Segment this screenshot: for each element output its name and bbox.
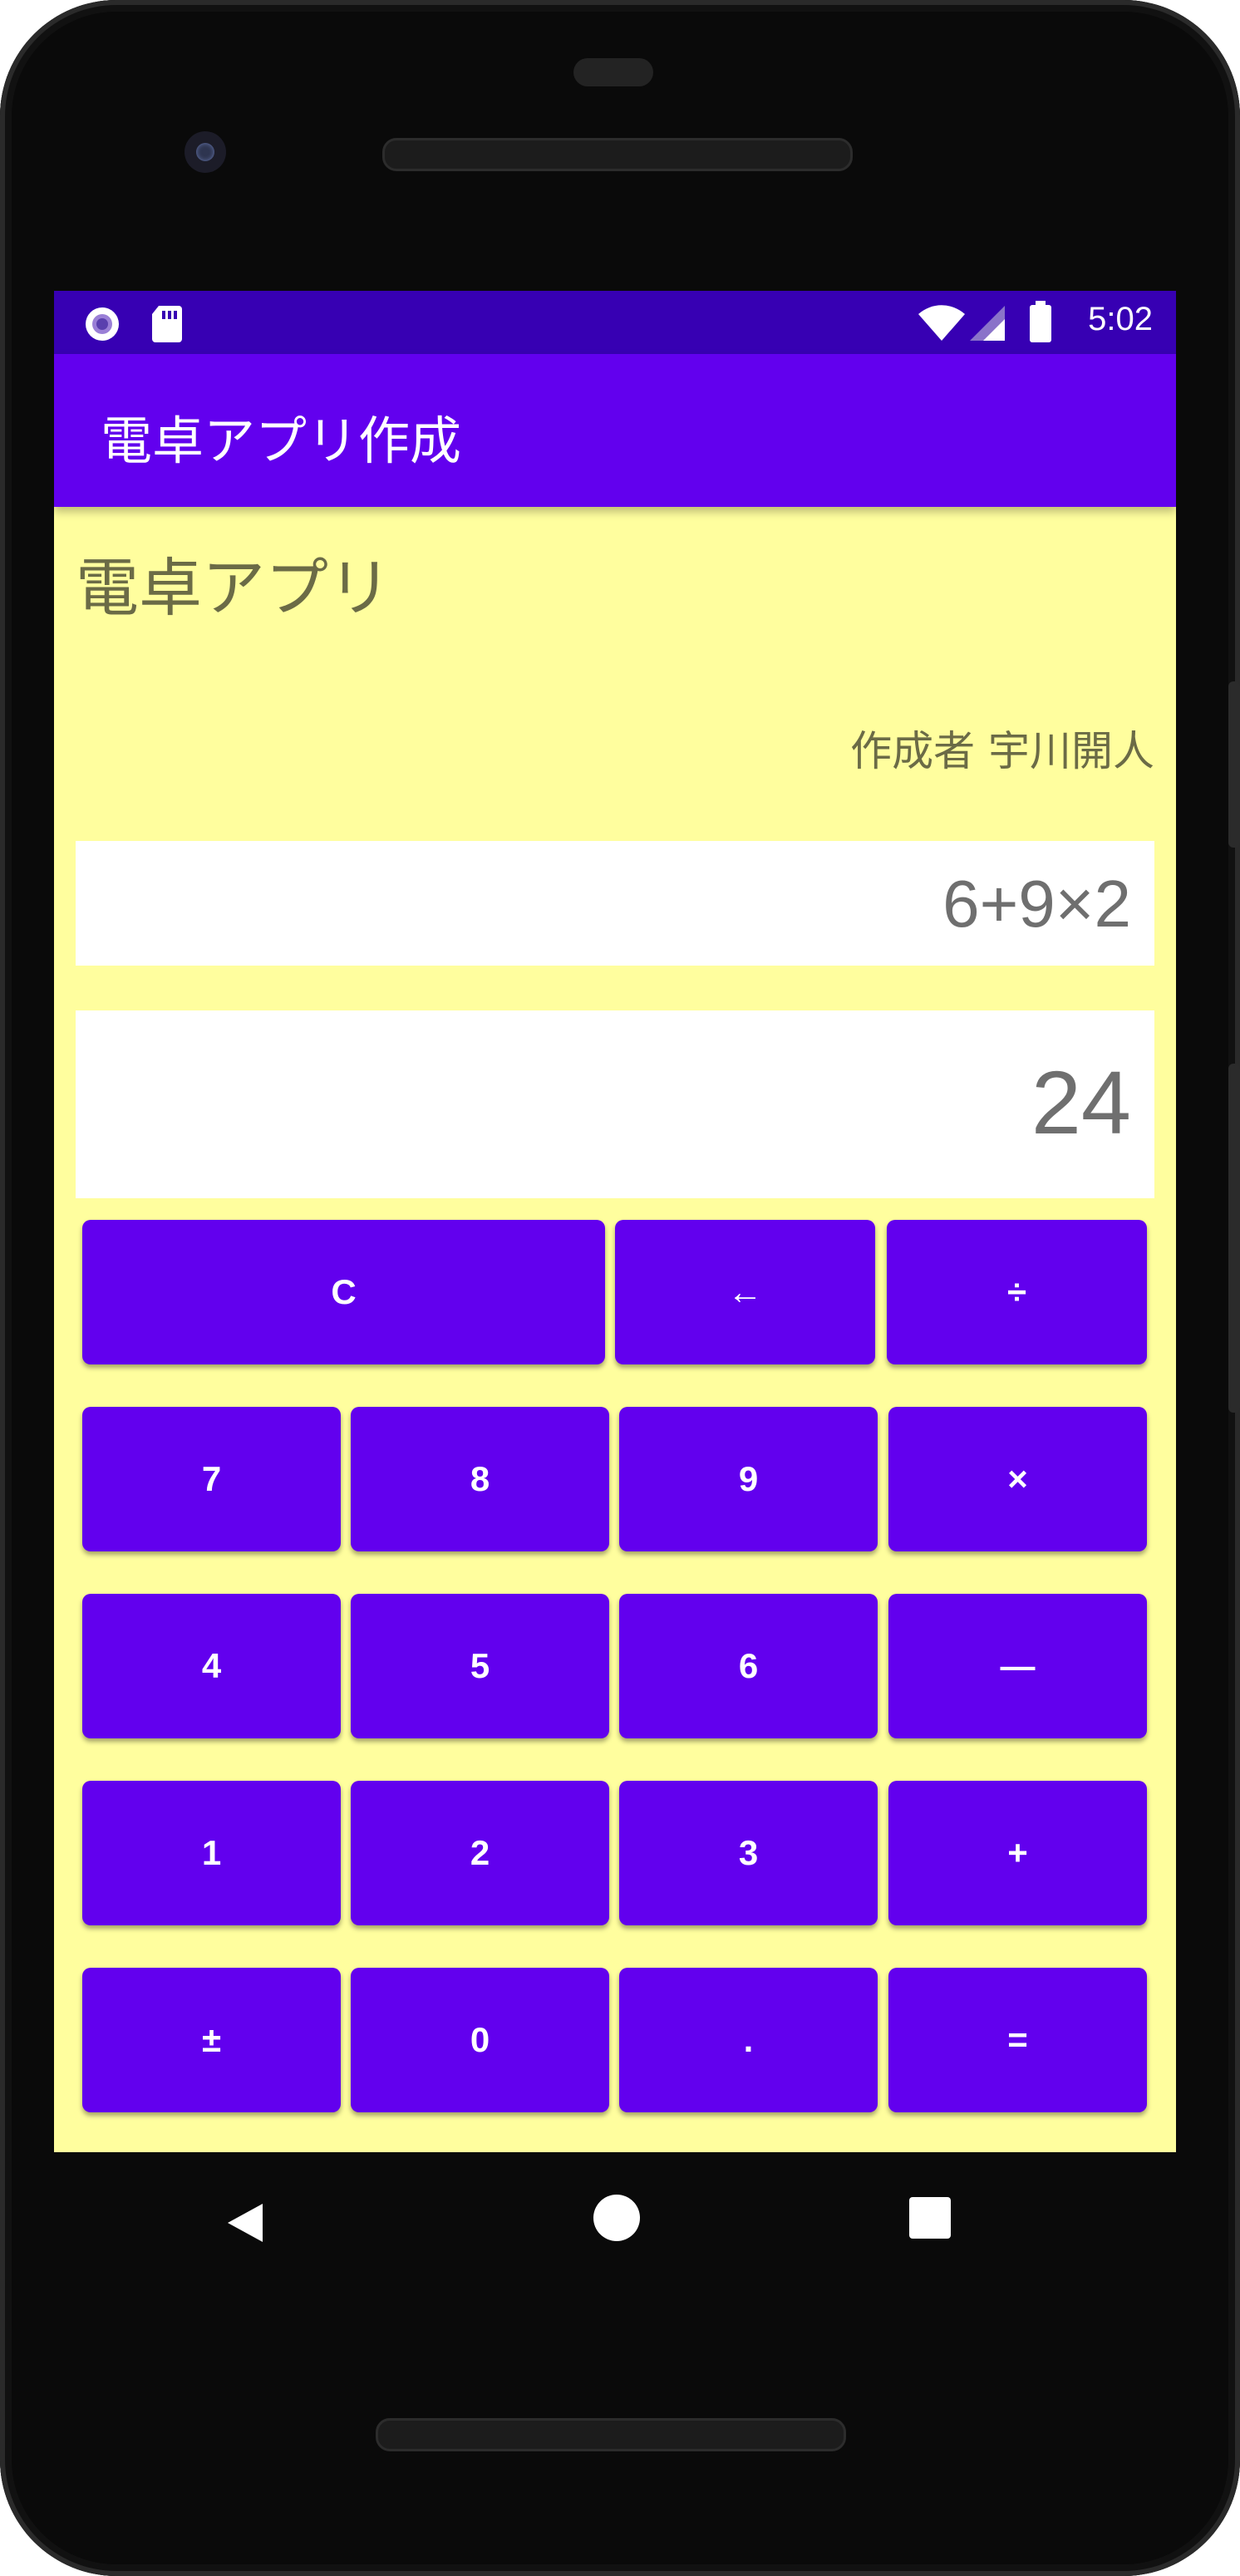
digit-2-button[interactable]: 2 [351,1781,609,1925]
screen: 5:02 電卓アプリ作成 電卓アプリ 作成者 宇川開人 6+9×2 24 C ←… [54,291,1176,2152]
phone-frame: 5:02 電卓アプリ作成 電卓アプリ 作成者 宇川開人 6+9×2 24 C ←… [0,0,1240,2576]
digit-9-button[interactable]: 9 [619,1407,878,1551]
earpiece [573,58,653,86]
digit-1-button[interactable]: 1 [82,1781,341,1925]
status-time: 5:02 [1088,301,1153,337]
bottom-speaker [376,2418,846,2451]
plus-minus-button[interactable]: ± [82,1968,341,2112]
cell-signal-icon [970,306,1006,344]
multiply-button[interactable]: × [888,1407,1147,1551]
front-camera [185,131,226,173]
keypad: C ← ÷ 7 8 9 × 4 5 6 — 1 2 3 + ± 0 . = [54,507,1176,2152]
digit-5-button[interactable]: 5 [351,1594,609,1738]
recents-icon[interactable] [909,2197,951,2239]
equals-button[interactable]: = [888,1968,1147,2112]
sd-card-icon [150,304,184,346]
volume-button [1228,1064,1240,1413]
app-title: 電卓アプリ作成 [101,410,462,471]
digit-6-button[interactable]: 6 [619,1594,878,1738]
digit-8-button[interactable]: 8 [351,1407,609,1551]
circle-notification-icon [82,304,122,347]
status-bar: 5:02 [54,291,1176,354]
battery-icon [1028,301,1053,346]
top-speaker [382,138,853,171]
back-icon[interactable] [226,2202,264,2247]
calculator-content: 電卓アプリ 作成者 宇川開人 6+9×2 24 C ← ÷ 7 8 9 × 4 … [54,507,1176,2152]
wifi-icon [917,304,967,346]
digit-0-button[interactable]: 0 [351,1968,609,2112]
digit-3-button[interactable]: 3 [619,1781,878,1925]
add-button[interactable]: + [888,1781,1147,1925]
subtract-button[interactable]: — [888,1594,1147,1738]
digit-4-button[interactable]: 4 [82,1594,341,1738]
home-icon[interactable] [593,2195,640,2241]
app-bar: 電卓アプリ作成 [54,354,1176,507]
clear-button[interactable]: C [82,1220,605,1364]
digit-7-button[interactable]: 7 [82,1407,341,1551]
decimal-button[interactable]: . [619,1968,878,2112]
power-button [1228,681,1240,848]
backspace-button[interactable]: ← [615,1220,875,1364]
divide-button[interactable]: ÷ [887,1220,1147,1364]
